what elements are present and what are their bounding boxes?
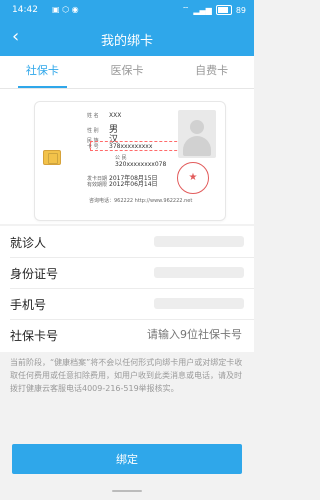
status-app-icons: ▣ ⬡ ◉: [52, 5, 79, 14]
phone-value-masked: [154, 298, 244, 309]
card-hotline: 咨询电话：962222 http://www.962222.net: [89, 198, 193, 204]
card-valid-date: 有效期限 2012年06月14日: [87, 179, 158, 188]
status-bar: 14:42 ▣ ⬡ ◉ ⌔ ▂▄▆ 89: [0, 0, 254, 22]
card-number-value: 378xxxxxxxxx: [109, 143, 153, 150]
home-indicator: [112, 490, 142, 492]
status-time: 14:42: [12, 5, 38, 15]
card-type-tabs: 社保卡 医保卡 自费卡: [0, 56, 254, 89]
card-id-value: 320xxxxxxxx078: [115, 161, 167, 168]
battery-icon: [215, 5, 232, 15]
card-valid-label: 有效期限: [87, 182, 108, 188]
bind-button[interactable]: 绑定: [12, 444, 242, 474]
id-number-label: 身份证号: [10, 267, 59, 281]
official-seal-icon: ★: [177, 162, 209, 194]
card-id-number: 320xxxxxxxx078: [115, 161, 166, 168]
social-card-number-row: 社保卡号: [10, 319, 254, 350]
card-preview-section: 姓 名 XXX 性 别男 民 族汉 卡 号 378xxxxxxxxx 公 民 320…: [0, 89, 254, 224]
page-title: 我的绑卡: [100, 34, 153, 49]
card-name-field: 姓 名 XXX: [87, 112, 121, 119]
tab-medical-insurance-card[interactable]: 医保卡: [85, 56, 170, 88]
top-bar: 14:42 ▣ ⬡ ◉ ⌔ ▂▄▆ 89 ‹ 我的绑卡: [0, 0, 254, 56]
chip-icon: [43, 150, 61, 165]
id-number-value-masked: [154, 267, 244, 278]
social-security-card-image: 姓 名 XXX 性 别男 民 族汉 卡 号 378xxxxxxxxx 公 民 320…: [34, 101, 226, 221]
tab-social-security-card[interactable]: 社保卡: [0, 56, 85, 88]
phone-row: 手机号: [10, 288, 254, 320]
phone-label: 手机号: [10, 298, 47, 312]
status-right: ⌔ ▂▄▆ 89: [182, 5, 246, 15]
card-name-label: 姓 名: [87, 113, 99, 119]
signal-icon: ▂▄▆: [193, 5, 212, 15]
id-number-row: 身份证号: [10, 257, 254, 289]
patient-label: 就诊人: [10, 236, 47, 250]
patient-value-masked: [154, 236, 244, 247]
binding-form: 就诊人 身份证号 手机号 社保卡号: [0, 226, 254, 352]
card-number-label: 卡 号: [87, 144, 99, 150]
privacy-notice: 当前阶段，“健康档案”将不会以任何形式向绑卡用户或对绑定卡收取任何费用或任意扣除…: [10, 358, 243, 393]
social-card-number-label: 社保卡号: [10, 329, 59, 343]
tab-self-pay-card[interactable]: 自费卡: [169, 56, 254, 88]
card-number-field: 卡 号 378xxxxxxxxx: [87, 143, 152, 150]
card-public-label: 公 民: [115, 155, 127, 161]
wifi-icon: ⌔: [181, 5, 190, 14]
battery-level: 89: [235, 5, 246, 15]
card-valid-value: 2012年06月14日: [109, 181, 158, 188]
patient-row[interactable]: 就诊人: [10, 226, 254, 258]
social-card-number-input[interactable]: [100, 327, 244, 342]
portrait-placeholder-icon: [178, 110, 216, 158]
card-name-value: XXX: [109, 112, 122, 119]
